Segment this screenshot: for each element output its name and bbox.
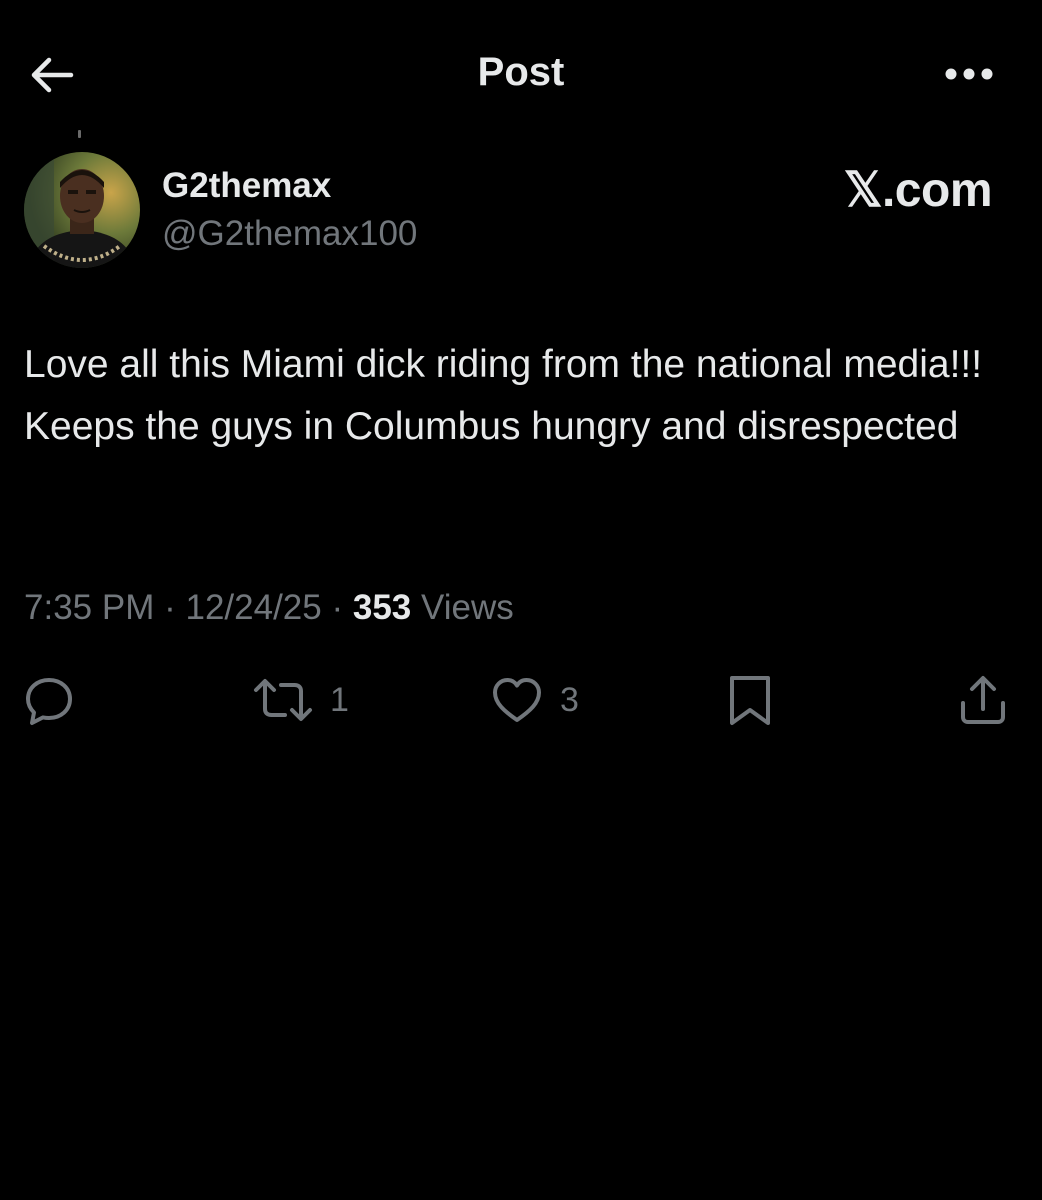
- repost-icon: [252, 673, 314, 727]
- ellipsis-icon: [943, 66, 995, 82]
- bookmark-button[interactable]: [724, 670, 776, 730]
- repost-button[interactable]: 1: [252, 670, 349, 730]
- share-icon: [956, 673, 1010, 727]
- views-count[interactable]: 353: [353, 588, 411, 627]
- reply-icon: [22, 673, 76, 727]
- post-date[interactable]: 12/24/25: [185, 588, 321, 627]
- bookmark-icon: [724, 673, 776, 727]
- heart-icon: [490, 673, 544, 727]
- like-button[interactable]: 3: [490, 670, 579, 730]
- user-handle[interactable]: @G2themax100: [162, 214, 417, 254]
- meta-separator: ·: [331, 588, 344, 627]
- page-title: Post: [477, 50, 565, 94]
- post-text: Love all this Miami dick riding from the…: [24, 343, 983, 448]
- like-count: 3: [560, 680, 579, 719]
- more-options-button[interactable]: [938, 52, 1000, 96]
- meta-separator: ·: [164, 588, 176, 627]
- post-meta: 7:35 PM · 12/24/25 · 353 Views: [24, 588, 514, 628]
- views-label: Views: [421, 588, 514, 627]
- display-name[interactable]: G2themax: [162, 166, 331, 206]
- reply-button[interactable]: [22, 670, 76, 730]
- avatar[interactable]: [24, 152, 140, 268]
- top-bar: Post: [0, 0, 1042, 150]
- action-bar: 1 3: [0, 670, 1042, 730]
- post-time[interactable]: 7:35 PM: [24, 588, 154, 627]
- share-button[interactable]: [956, 670, 1010, 730]
- repost-count: 1: [330, 680, 349, 719]
- watermark-text: 𝕏.com: [843, 164, 993, 217]
- divider-mark: [78, 130, 81, 138]
